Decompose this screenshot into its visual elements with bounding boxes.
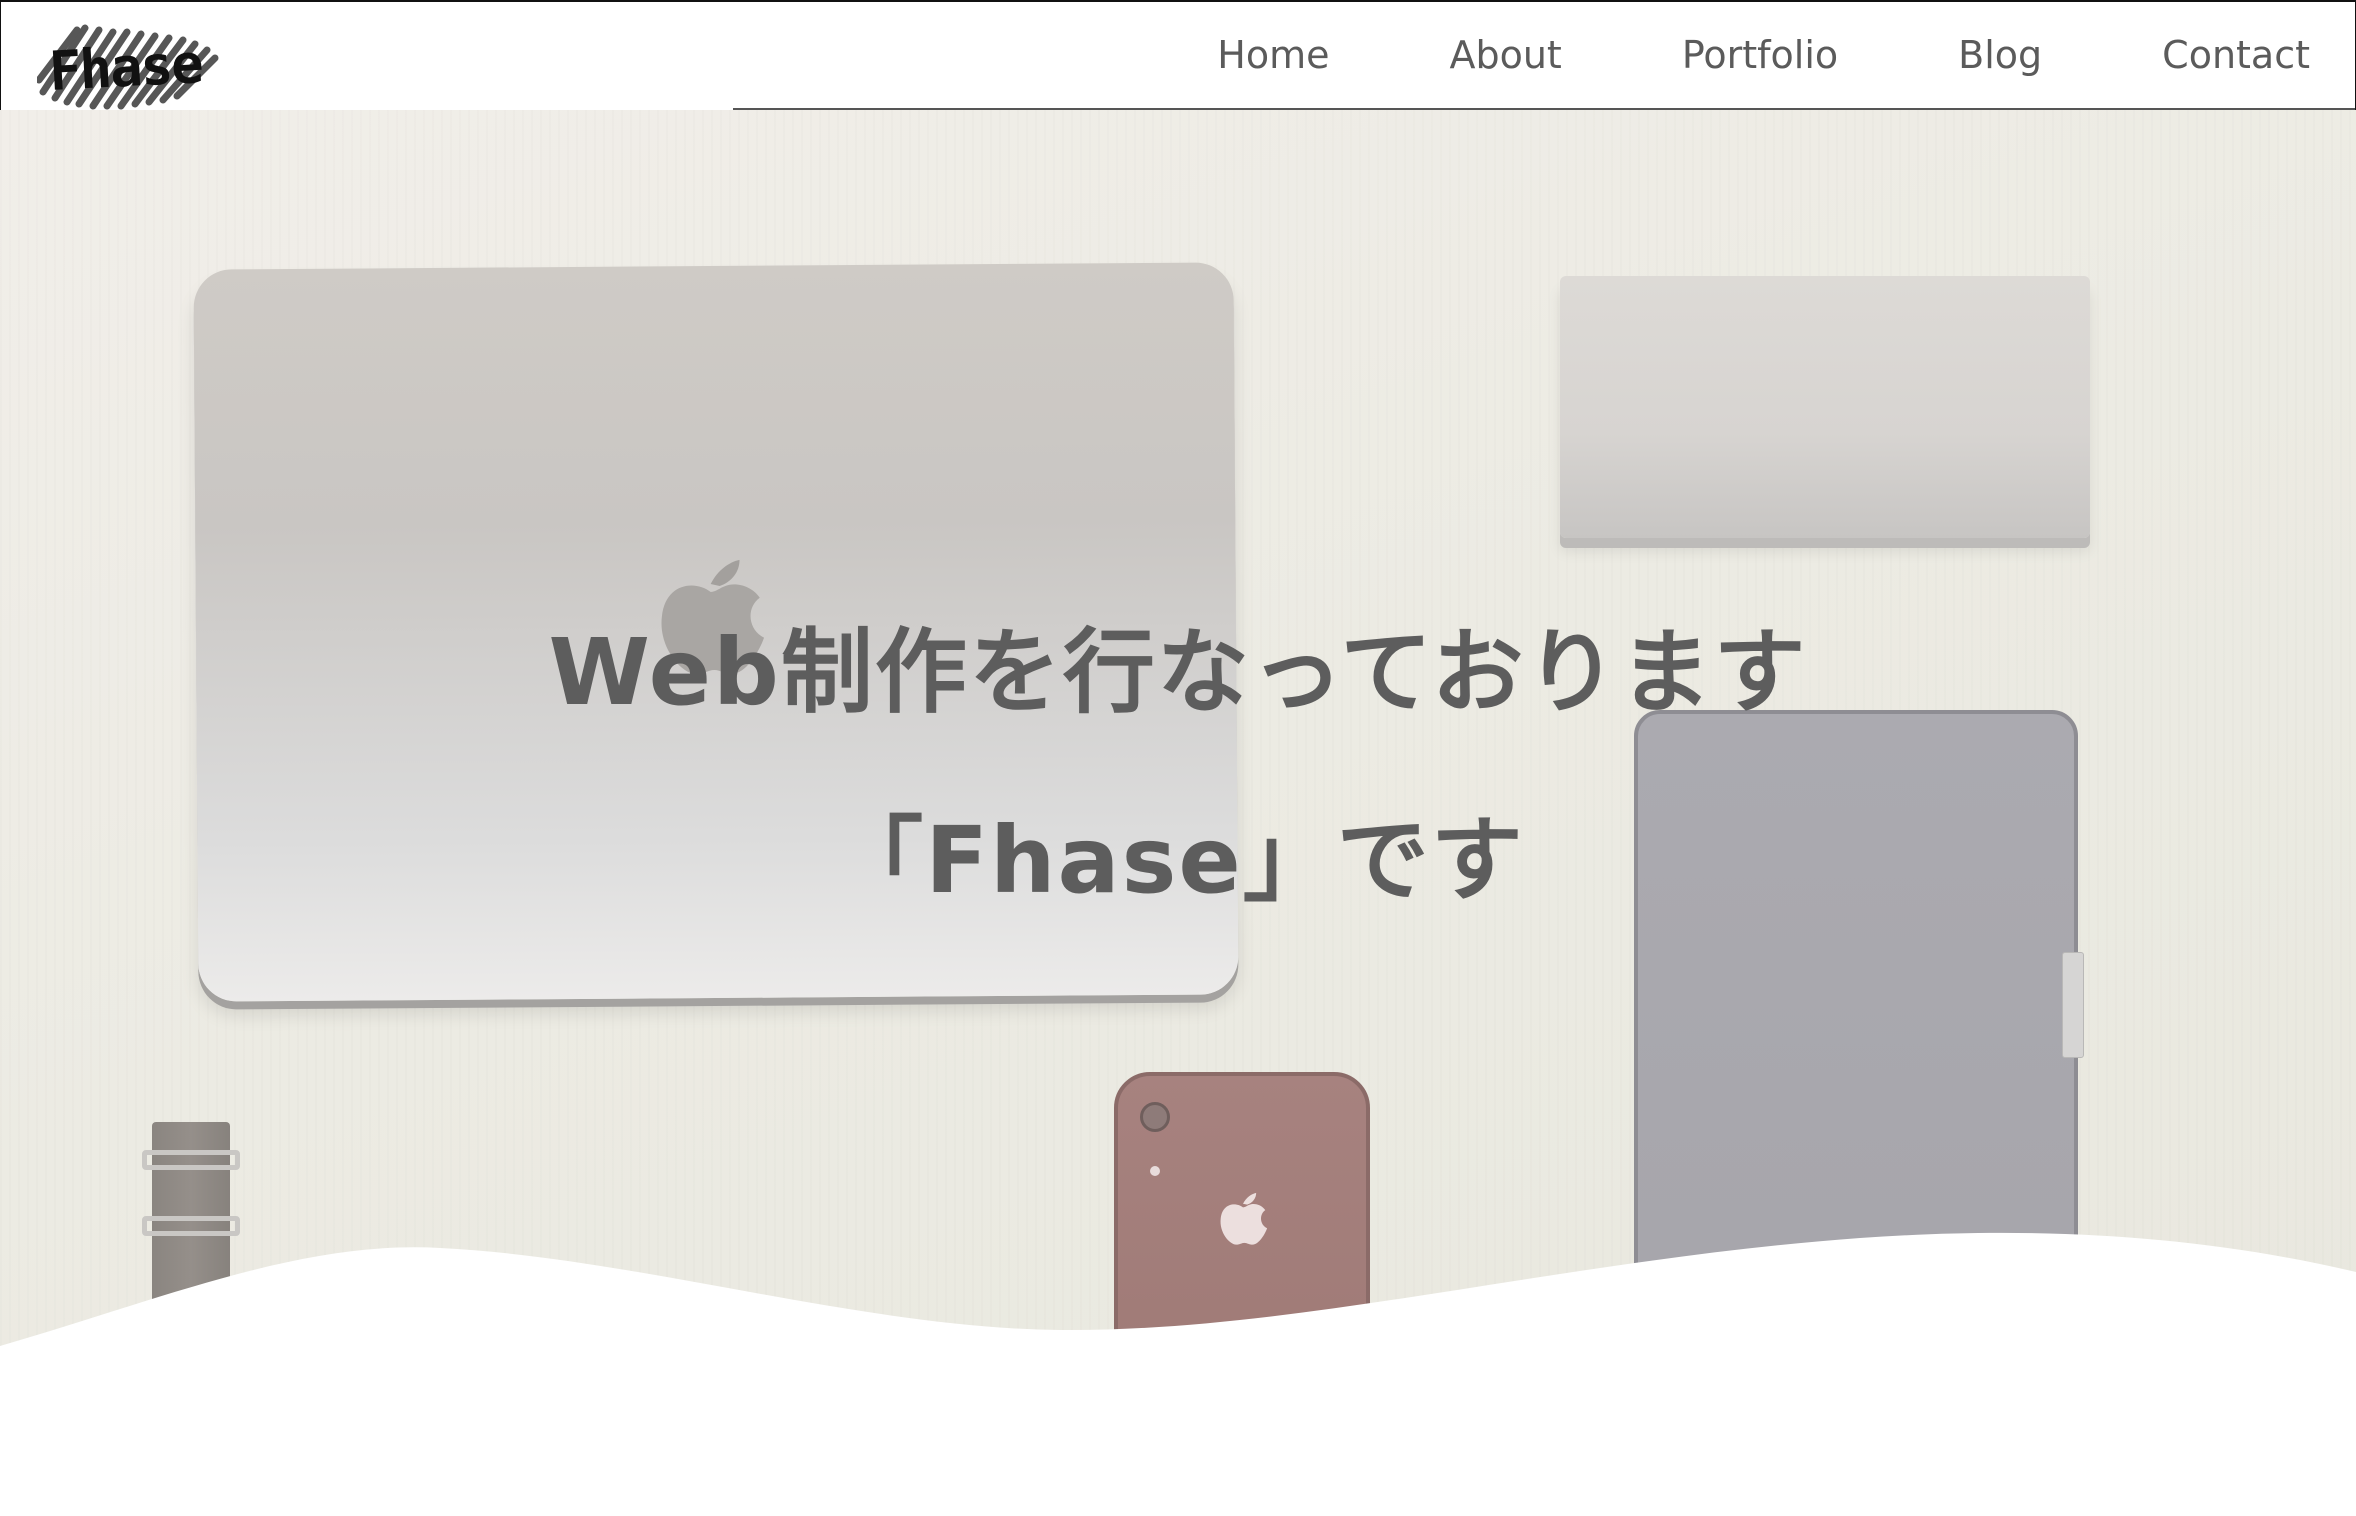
- hero-section: Web制作を行なっております 「Fhase」です: [0, 108, 2356, 1358]
- power-bank-photo: [1560, 276, 2090, 538]
- phone-camera-icon: [1140, 1102, 1170, 1132]
- ebook-cover-clip: [2062, 952, 2084, 1058]
- nav-contact[interactable]: Contact: [2162, 33, 2310, 77]
- hero-headline-line2: 「Fhase」です: [831, 807, 1525, 914]
- nav-blog[interactable]: Blog: [1958, 33, 2042, 77]
- header-divider: [733, 108, 2355, 110]
- strap-loop: [142, 1150, 240, 1170]
- logo-text: Fhase: [47, 32, 204, 103]
- hero-wave-divider: [0, 1232, 2356, 1516]
- site-logo[interactable]: Fhase: [37, 22, 221, 110]
- nav-about[interactable]: About: [1449, 33, 1561, 77]
- main-nav: Home About Portfolio Blog Contact: [1097, 2, 2310, 108]
- hero-headline-line1: Web制作を行なっております: [548, 619, 1808, 726]
- nav-home[interactable]: Home: [1217, 33, 1329, 77]
- site-header: Fhase Home About Portfolio Blog Contact: [0, 0, 2356, 110]
- phone-flash-icon: [1150, 1166, 1160, 1176]
- nav-portfolio[interactable]: Portfolio: [1682, 33, 1838, 77]
